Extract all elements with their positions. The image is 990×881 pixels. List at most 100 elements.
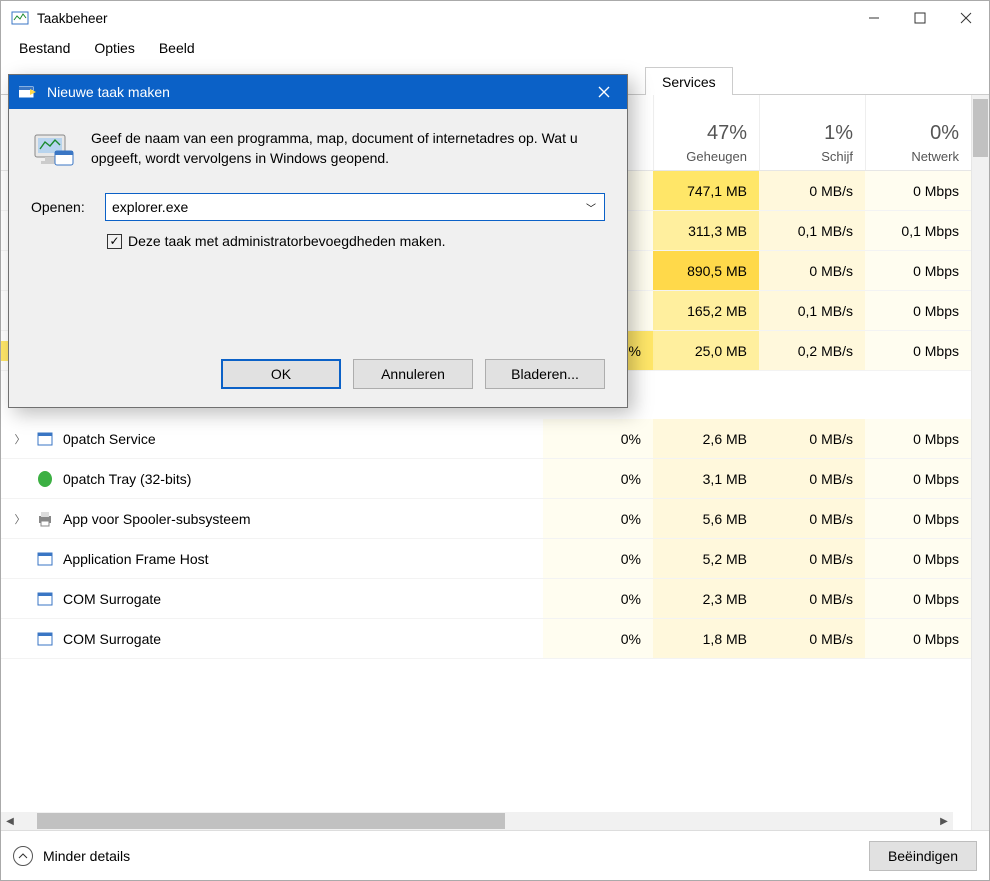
disk-cell: 0 MB/s: [759, 171, 865, 210]
run-dialog: Nieuwe taak maken Geef de naam van een p…: [8, 74, 628, 408]
vertical-scrollbar[interactable]: [971, 95, 989, 830]
memory-cell: 25,0 MB: [653, 331, 759, 370]
process-name: 0patch Tray (32-bits): [63, 471, 191, 487]
open-input[interactable]: [112, 199, 598, 215]
col-header-disk[interactable]: 1% Schijf: [759, 95, 865, 170]
admin-checkbox[interactable]: ✓: [107, 234, 122, 249]
process-row[interactable]: 〉 0patch Service 0%2,6 MB0 MB/s0 Mbps: [1, 419, 971, 459]
dialog-titlebar: Nieuwe taak maken: [9, 75, 627, 109]
network-cell: 0 Mbps: [865, 499, 971, 538]
minimize-button[interactable]: [851, 2, 897, 34]
menu-file[interactable]: Bestand: [7, 38, 82, 58]
memory-cell: 890,5 MB: [653, 251, 759, 290]
cancel-button[interactable]: Annuleren: [353, 359, 473, 389]
end-task-button[interactable]: Beëindigen: [869, 841, 977, 871]
process-name: 0patch Service: [63, 431, 156, 447]
network-cell: 0 Mbps: [865, 251, 971, 290]
dialog-message: Geef de naam van een programma, map, doc…: [91, 127, 605, 171]
open-label: Openen:: [31, 199, 91, 215]
cpu-cell: 0%: [543, 419, 653, 458]
memory-cell: 311,3 MB: [653, 211, 759, 250]
tab-services[interactable]: Services: [645, 67, 733, 95]
process-icon: [35, 429, 55, 449]
admin-checkbox-label: Deze taak met administratorbevoegdheden …: [128, 233, 446, 249]
disk-cell: 0 MB/s: [759, 251, 865, 290]
open-combobox[interactable]: ﹀: [105, 193, 605, 221]
memory-pct: 47%: [654, 122, 747, 145]
memory-cell: 5,2 MB: [653, 539, 759, 578]
hscroll-thumb[interactable]: [37, 813, 505, 829]
process-icon: [35, 509, 55, 529]
cpu-cell: 0%: [543, 619, 653, 658]
process-name: Application Frame Host: [63, 551, 209, 567]
process-row[interactable]: COM Surrogate0%1,8 MB0 MB/s0 Mbps: [1, 619, 971, 659]
cpu-cell: 0%: [543, 579, 653, 618]
process-name: COM Surrogate: [63, 591, 161, 607]
col-header-network[interactable]: 0% Netwerk: [865, 95, 971, 170]
scroll-left-arrow[interactable]: ◀: [1, 812, 19, 830]
network-cell: 0,1 Mbps: [865, 211, 971, 250]
memory-cell: 165,2 MB: [653, 291, 759, 330]
cpu-cell: 0%: [543, 459, 653, 498]
process-row[interactable]: 0patch Tray (32-bits)0%3,1 MB0 MB/s0 Mbp…: [1, 459, 971, 499]
process-icon: [35, 549, 55, 569]
network-cell: 0 Mbps: [865, 539, 971, 578]
network-cell: 0 Mbps: [865, 579, 971, 618]
disk-cell: 0 MB/s: [759, 459, 865, 498]
run-icon: [19, 85, 37, 99]
cpu-cell: 0%: [543, 499, 653, 538]
scroll-right-arrow[interactable]: ▶: [935, 812, 953, 830]
network-cell: 0 Mbps: [865, 331, 971, 370]
disk-cell: 0 MB/s: [759, 499, 865, 538]
network-pct: 0%: [866, 122, 959, 145]
process-name: App voor Spooler-subsysteem: [63, 511, 251, 527]
process-icon: [35, 469, 55, 489]
footer-bar: Minder details Beëindigen: [1, 830, 989, 880]
fewer-details-label: Minder details: [43, 848, 130, 864]
menu-view[interactable]: Beeld: [147, 38, 207, 58]
network-cell: 0 Mbps: [865, 291, 971, 330]
fewer-details-toggle[interactable]: Minder details: [13, 846, 130, 866]
process-name: COM Surrogate: [63, 631, 161, 647]
disk-label: Schijf: [760, 149, 853, 164]
maximize-button[interactable]: [897, 2, 943, 34]
memory-label: Geheugen: [654, 149, 747, 164]
process-row[interactable]: COM Surrogate0%2,3 MB0 MB/s0 Mbps: [1, 579, 971, 619]
network-cell: 0 Mbps: [865, 619, 971, 658]
window-title: Taakbeheer: [37, 11, 851, 26]
dialog-close-button[interactable]: [581, 75, 627, 109]
menu-options[interactable]: Opties: [82, 38, 146, 58]
memory-cell: 3,1 MB: [653, 459, 759, 498]
taskmanager-icon: [11, 9, 29, 27]
disk-cell: 0,2 MB/s: [759, 331, 865, 370]
chevron-up-icon: [13, 846, 33, 866]
close-button[interactable]: [943, 2, 989, 34]
process-row[interactable]: 〉 App voor Spooler-subsysteem 0%5,6 MB0 MB…: [1, 499, 971, 539]
ok-button[interactable]: OK: [221, 359, 341, 389]
disk-cell: 0 MB/s: [759, 619, 865, 658]
disk-cell: 0,1 MB/s: [759, 211, 865, 250]
disk-cell: 0 MB/s: [759, 539, 865, 578]
process-row[interactable]: Application Frame Host 0%5,2 MB0 MB/s0 Mb…: [1, 539, 971, 579]
memory-cell: 2,6 MB: [653, 419, 759, 458]
process-icon: [35, 589, 55, 609]
expand-toggle[interactable]: 〉: [13, 431, 27, 447]
memory-cell: 5,6 MB: [653, 499, 759, 538]
menubar: Bestand Opties Beeld: [1, 35, 989, 61]
titlebar: Taakbeheer: [1, 1, 989, 35]
col-header-memory[interactable]: 47% Geheugen: [653, 95, 759, 170]
memory-cell: 747,1 MB: [653, 171, 759, 210]
disk-pct: 1%: [760, 122, 853, 145]
disk-cell: 0 MB/s: [759, 579, 865, 618]
vscroll-thumb[interactable]: [973, 99, 988, 157]
horizontal-scrollbar[interactable]: ◀ ▶: [1, 812, 953, 830]
disk-cell: 0,1 MB/s: [759, 291, 865, 330]
cpu-cell: 0%: [543, 539, 653, 578]
network-cell: 0 Mbps: [865, 419, 971, 458]
browse-button[interactable]: Bladeren...: [485, 359, 605, 389]
disk-cell: 0 MB/s: [759, 419, 865, 458]
run-large-icon: [31, 127, 75, 171]
network-cell: 0 Mbps: [865, 171, 971, 210]
network-label: Netwerk: [866, 149, 959, 164]
expand-toggle[interactable]: 〉: [13, 511, 27, 527]
